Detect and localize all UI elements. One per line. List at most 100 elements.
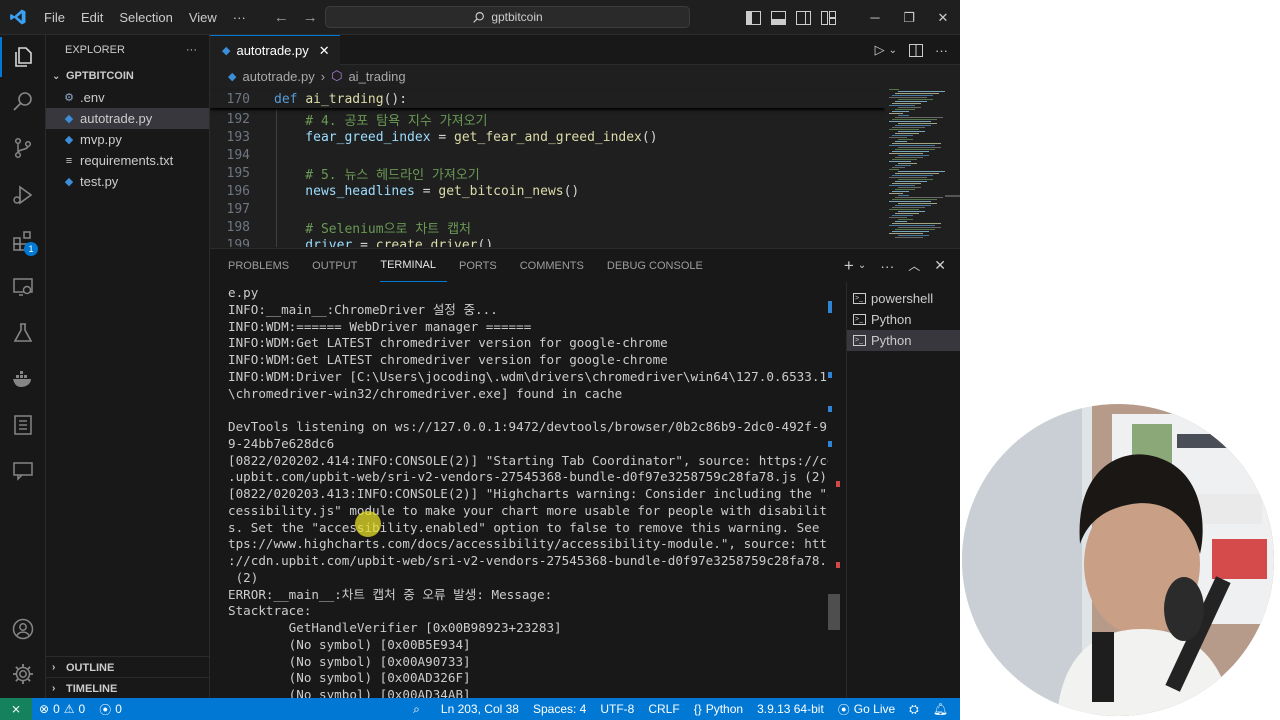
sticky-scroll-line[interactable]: 170 def ai_trading(): <box>210 90 885 108</box>
run-python-file-icon[interactable]: ▷ <box>875 42 885 58</box>
chat-comment-icon[interactable] <box>0 451 46 491</box>
tab-comments[interactable]: COMMENTS <box>520 249 595 282</box>
menu-view[interactable]: View <box>181 0 225 35</box>
terminal-item-powershell[interactable]: >_ powershell <box>847 288 960 309</box>
chevron-down-icon[interactable]: ⌄ <box>889 45 897 56</box>
copilot-icon[interactable]: ⛭ <box>902 702 926 717</box>
line-number: 197 <box>226 201 250 217</box>
tab-output[interactable]: OUTPUT <box>312 249 368 282</box>
code-line[interactable]: 192 # 4. 공포 탐욕 지수 가져오기 <box>210 110 488 129</box>
menu-more[interactable]: ··· <box>225 0 254 35</box>
terminal-line: (No symbol) [0x00AD326F] <box>228 670 471 686</box>
docker-whale-icon[interactable] <box>0 359 46 399</box>
chevron-down-icon[interactable]: ⌄ <box>858 260 866 271</box>
outline-section[interactable]: › OUTLINE <box>46 656 210 678</box>
breadcrumb-symbol[interactable]: ai_trading <box>348 69 405 84</box>
line-ending[interactable]: CRLF <box>641 702 686 716</box>
tab-autotrade[interactable]: ◆ autotrade.py ✕ <box>210 35 340 65</box>
new-terminal-plus-icon[interactable]: + <box>844 256 854 276</box>
search-icon[interactable] <box>0 82 46 122</box>
indentation[interactable]: Spaces: 4 <box>526 702 593 716</box>
workspace-folder[interactable]: ⌄ GPTBITCOIN <box>46 65 209 87</box>
code-text: fear_greed_index = get_fear_and_greed_in… <box>274 129 658 145</box>
menu-edit[interactable]: Edit <box>73 0 111 35</box>
extensions-icon[interactable]: 1 <box>0 221 46 261</box>
cursor-position[interactable]: Ln 203, Col 38 <box>434 702 526 716</box>
file-item-test[interactable]: ◆ test.py <box>46 171 209 192</box>
code-line[interactable]: 198 # Selenium으로 차트 캡처 <box>210 218 471 237</box>
terminal-item-python-1[interactable]: >_ Python <box>847 309 960 330</box>
terminal-line: INFO:WDM:Driver [C:\Users\jocoding\.wdm\… <box>228 368 828 384</box>
split-editor-icon[interactable] <box>909 43 923 57</box>
explorer-icon[interactable] <box>0 37 46 77</box>
code-text: # Selenium으로 차트 캡처 <box>274 218 471 237</box>
customize-layout-icon[interactable] <box>821 10 836 25</box>
code-area[interactable]: 170 def ai_trading(): 192 # 4. 공포 탐욕 지수 가져… <box>210 87 885 247</box>
terminal-output[interactable]: e.py INFO:__main__:ChromeDriver 설정 중... IN… <box>228 284 828 699</box>
command-center-search[interactable]: gptbitcoin <box>325 6 690 28</box>
terminal-item-python-2[interactable]: >_ Python <box>847 330 960 351</box>
code-token: def <box>274 91 306 107</box>
run-and-debug-icon[interactable] <box>0 175 46 215</box>
tab-problems[interactable]: PROBLEMS <box>228 249 300 282</box>
file-item-autotrade[interactable]: ◆ autotrade.py <box>46 108 209 129</box>
terminal-line: INFO:WDM:====== WebDriver manager ====== <box>228 318 532 334</box>
ports-status[interactable]: ⦿ 0 <box>92 701 129 718</box>
line-number: 199 <box>226 237 250 248</box>
title-bar: File Edit Selection View ··· ← → gptbitc… <box>0 0 960 35</box>
remote-indicator-icon[interactable]: ⨯ <box>0 698 32 720</box>
remote-explorer-icon[interactable] <box>0 267 46 307</box>
python-interpreter[interactable]: 3.9.13 64-bit <box>750 702 831 716</box>
code-line[interactable]: 199 driver = create_driver() <box>210 236 494 248</box>
restore-icon[interactable]: ❐ <box>892 10 926 26</box>
menu-selection[interactable]: Selection <box>111 0 180 35</box>
code-line[interactable]: 196 news_headlines = get_bitcoin_news() <box>210 182 580 200</box>
more-actions-icon[interactable]: ··· <box>880 258 894 274</box>
maximize-panel-icon[interactable]: ︿ <box>908 257 920 274</box>
file-item-env[interactable]: ⚙ .env <box>46 87 209 108</box>
close-panel-icon[interactable]: ✕ <box>934 257 946 274</box>
toggle-panel-icon[interactable] <box>771 10 786 25</box>
scrollbar-thumb[interactable] <box>828 594 840 630</box>
tab-terminal[interactable]: TERMINAL <box>380 249 447 282</box>
code-line[interactable]: 193 fear_greed_index = get_fear_and_gree… <box>210 128 658 146</box>
close-tab-icon[interactable]: ✕ <box>319 43 330 59</box>
error-icon: ⊗ <box>39 702 50 716</box>
notifications-bell-icon[interactable]: 🔔︎ <box>926 702 960 716</box>
explorer-more-actions[interactable]: ··· <box>186 44 197 56</box>
toggle-primary-sidebar-icon[interactable] <box>746 10 761 25</box>
encoding[interactable]: UTF-8 <box>593 702 641 716</box>
testing-flask-icon[interactable] <box>0 313 46 353</box>
zoom-search-icon[interactable]: ⌕ <box>399 702 434 717</box>
code-line[interactable]: 194 <box>210 146 250 164</box>
code-token: () <box>641 129 658 145</box>
timeline-section[interactable]: › TIMELINE <box>46 677 210 699</box>
language-mode[interactable]: {} Python <box>687 702 750 716</box>
forward-arrow-icon[interactable]: → <box>303 9 318 26</box>
menu-file[interactable]: File <box>36 0 73 35</box>
code-token: (): <box>383 91 408 107</box>
tab-debug-console[interactable]: DEBUG CONSOLE <box>607 249 714 282</box>
back-arrow-icon[interactable]: ← <box>274 9 289 26</box>
minimap[interactable] <box>885 87 960 247</box>
tab-ports[interactable]: PORTS <box>459 249 508 282</box>
terminal-line: \chromedriver-win32/chromedriver.exe] fo… <box>228 385 623 401</box>
go-live-button[interactable]: ⦿ Go Live <box>831 701 902 718</box>
breadcrumb-file[interactable]: autotrade.py <box>242 69 314 84</box>
file-item-mvp[interactable]: ◆ mvp.py <box>46 129 209 150</box>
source-control-icon[interactable] <box>0 128 46 168</box>
vscode-logo-icon <box>0 0 36 35</box>
more-actions-icon[interactable]: ··· <box>935 43 948 58</box>
file-name: requirements.txt <box>80 153 174 168</box>
problems-status[interactable]: ⊗ 0 ⚠ 0 <box>32 702 92 716</box>
manage-gear-icon[interactable] <box>0 654 46 694</box>
file-item-requirements[interactable]: ≡ requirements.txt <box>46 150 209 171</box>
terminal-scrollbar[interactable] <box>828 284 840 699</box>
toggle-secondary-sidebar-icon[interactable] <box>796 10 811 25</box>
code-line[interactable]: 197 <box>210 200 250 218</box>
accounts-icon[interactable] <box>0 609 46 649</box>
notebook-list-icon[interactable] <box>0 405 46 445</box>
minimize-icon[interactable]: ─ <box>858 10 892 25</box>
code-line[interactable]: 195 # 5. 뉴스 헤드라인 가져오기 <box>210 164 480 183</box>
close-window-icon[interactable]: ✕ <box>926 10 960 26</box>
